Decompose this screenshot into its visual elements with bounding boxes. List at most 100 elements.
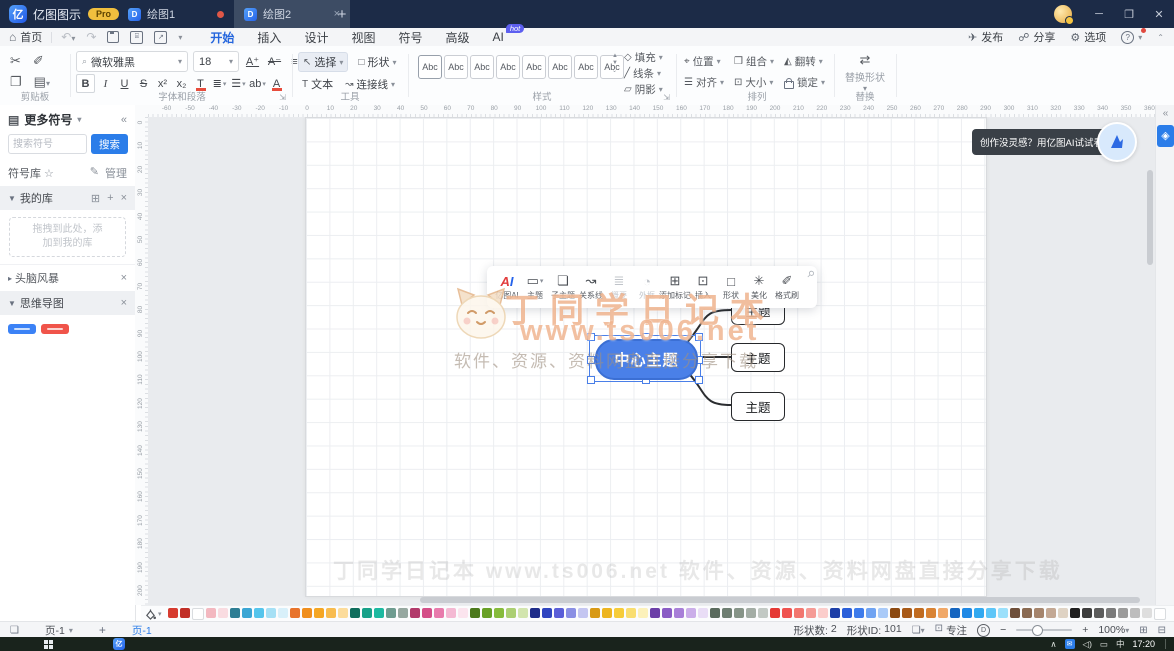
color-swatch[interactable] — [746, 608, 756, 618]
group-button[interactable]: ❒ 组合▾ — [734, 54, 784, 69]
color-swatch[interactable] — [986, 608, 996, 618]
color-swatch[interactable] — [854, 608, 864, 618]
replace-shape-button[interactable]: ⇄ 替换形状 ▾ — [838, 52, 892, 93]
line-button[interactable]: ╱ 线条▾ — [624, 66, 663, 81]
tab-视图[interactable]: 视图 — [351, 29, 375, 46]
undo-icon[interactable]: ↶▾ — [61, 30, 75, 44]
home-button[interactable]: ⌂ 首页 — [9, 29, 42, 45]
display-icon[interactable]: ▭ — [1100, 639, 1108, 650]
select-tool[interactable]: ↖ 选择▾ — [298, 52, 348, 72]
mindmap-symbol-red[interactable] — [41, 324, 69, 334]
color-swatch[interactable] — [542, 608, 552, 618]
color-swatch[interactable] — [386, 608, 396, 618]
user-avatar[interactable] — [1054, 5, 1072, 23]
color-swatch[interactable] — [914, 608, 924, 618]
color-swatch[interactable] — [398, 608, 408, 618]
font-size-select[interactable]: 18 ▾ — [193, 51, 239, 72]
fit-width-icon[interactable]: ⊟ — [1158, 625, 1166, 636]
focus-mode-button[interactable]: ⊡ 专注 — [935, 623, 967, 638]
add-library-icon[interactable]: + — [107, 192, 113, 205]
active-page-tab[interactable]: 页-1 — [132, 623, 152, 638]
color-swatch[interactable] — [168, 608, 178, 618]
color-swatch[interactable] — [180, 608, 190, 618]
library-drop-zone[interactable]: 拖拽到此处，添 加到我的库 — [9, 217, 126, 257]
color-swatch[interactable] — [446, 608, 456, 618]
toolbar-item-mark[interactable]: ⊞添加标记 — [661, 273, 689, 301]
panel-collapse-icon[interactable]: « — [1156, 108, 1174, 119]
clock[interactable]: 17:20 — [1132, 639, 1155, 649]
align-button[interactable]: ☰ 对齐▾ — [684, 75, 734, 90]
share-button[interactable]: ☍ 分享 — [1018, 29, 1055, 45]
toolbar-item-topic[interactable]: ▭▾主题 — [521, 273, 549, 301]
fit-page-icon[interactable]: ⊞ — [1139, 625, 1147, 636]
color-swatch[interactable] — [350, 608, 360, 618]
color-swatch[interactable] — [722, 608, 732, 618]
color-swatch[interactable] — [662, 608, 672, 618]
color-swatch[interactable] — [1070, 608, 1080, 618]
toolbar-item-subtopic[interactable]: ❏子主题 — [549, 273, 577, 301]
zoom-slider-knob[interactable] — [1032, 625, 1043, 636]
style-more-icon[interactable]: ⌄ — [612, 67, 618, 74]
color-swatch[interactable] — [758, 608, 768, 618]
flip-button[interactable]: ◭ 翻转▾ — [784, 54, 834, 69]
layers-icon[interactable]: ❏▾ — [912, 625, 925, 636]
color-swatch[interactable] — [518, 608, 528, 618]
color-swatch[interactable] — [566, 608, 576, 618]
color-swatch[interactable] — [614, 608, 624, 618]
mindmap-topic[interactable]: 主题 — [731, 392, 785, 421]
color-swatch[interactable] — [650, 608, 660, 618]
font-family-select[interactable]: ⌕ 微软雅黑 ▾ — [76, 51, 188, 72]
color-swatch[interactable] — [842, 608, 852, 618]
close-button[interactable]: ✕ — [1144, 0, 1174, 28]
color-swatch[interactable] — [494, 608, 504, 618]
zoom-in-button[interactable]: + — [1082, 624, 1088, 636]
color-swatch[interactable] — [1022, 608, 1032, 618]
color-swatch[interactable] — [578, 608, 588, 618]
style-preset[interactable]: Abc — [574, 55, 598, 79]
mindmap-topic[interactable]: 主题 — [731, 343, 785, 372]
export-icon[interactable]: ↗ — [154, 31, 167, 44]
zoom-slider[interactable] — [1016, 629, 1072, 631]
close-library-icon[interactable]: × — [121, 192, 127, 205]
publish-button[interactable]: ✈ 发布 — [968, 29, 1003, 45]
style-preset[interactable]: Abc — [548, 55, 572, 79]
styles-expand-icon[interactable]: ⇲ — [663, 93, 670, 102]
color-swatch[interactable] — [218, 608, 228, 618]
color-swatch[interactable] — [1034, 608, 1044, 618]
position-button[interactable]: ⌖ 位置▾ — [684, 54, 734, 69]
toolbar-item-beautify[interactable]: ✳美化 — [745, 273, 773, 301]
more-tools-icon[interactable]: ▾ — [178, 33, 182, 42]
color-swatch[interactable] — [422, 608, 432, 618]
import-library-icon[interactable]: ⊞ — [91, 192, 100, 205]
color-swatch[interactable] — [686, 608, 696, 618]
taskbar-app-icon[interactable]: 亿 — [113, 638, 125, 650]
print-icon[interactable]: ⌸ — [130, 31, 143, 44]
toolbar-item-ai[interactable]: AI亿图AI — [493, 273, 521, 301]
fill-button[interactable]: ◇ 填充▾ — [624, 50, 663, 65]
color-swatch[interactable] — [602, 608, 612, 618]
color-swatch[interactable] — [734, 608, 744, 618]
show-desktop-button[interactable] — [1165, 639, 1170, 649]
pin-library-icon[interactable]: ☆ — [44, 167, 54, 180]
color-swatch[interactable] — [974, 608, 984, 618]
color-swatch[interactable] — [326, 608, 336, 618]
format-panel-button[interactable]: ◈ — [1157, 125, 1174, 147]
mindmap-center-topic[interactable]: 中心主题 — [595, 339, 698, 380]
tab-高级[interactable]: 高级 — [445, 29, 469, 46]
color-swatch[interactable] — [266, 608, 276, 618]
style-preset[interactable]: Abc — [470, 55, 494, 79]
style-preset[interactable]: Abc — [496, 55, 520, 79]
restore-button[interactable]: ❐ — [1114, 0, 1144, 28]
color-swatch[interactable] — [638, 608, 648, 618]
increase-font-icon[interactable]: A⁺ — [244, 53, 261, 70]
zoom-out-button[interactable]: − — [1000, 624, 1006, 636]
color-swatch[interactable] — [674, 608, 684, 618]
tray-expand-icon[interactable]: ∧ — [1050, 639, 1056, 650]
tab-插入[interactable]: 插入 — [257, 29, 281, 46]
color-swatch[interactable] — [770, 608, 780, 618]
options-button[interactable]: ⚙ 选项 — [1070, 29, 1106, 45]
section-mindmap[interactable]: ▼ 思维导图 × — [0, 291, 135, 315]
decrease-font-icon[interactable]: A⁻ — [266, 53, 283, 70]
resize-handle[interactable] — [587, 333, 595, 341]
color-swatch[interactable] — [830, 608, 840, 618]
